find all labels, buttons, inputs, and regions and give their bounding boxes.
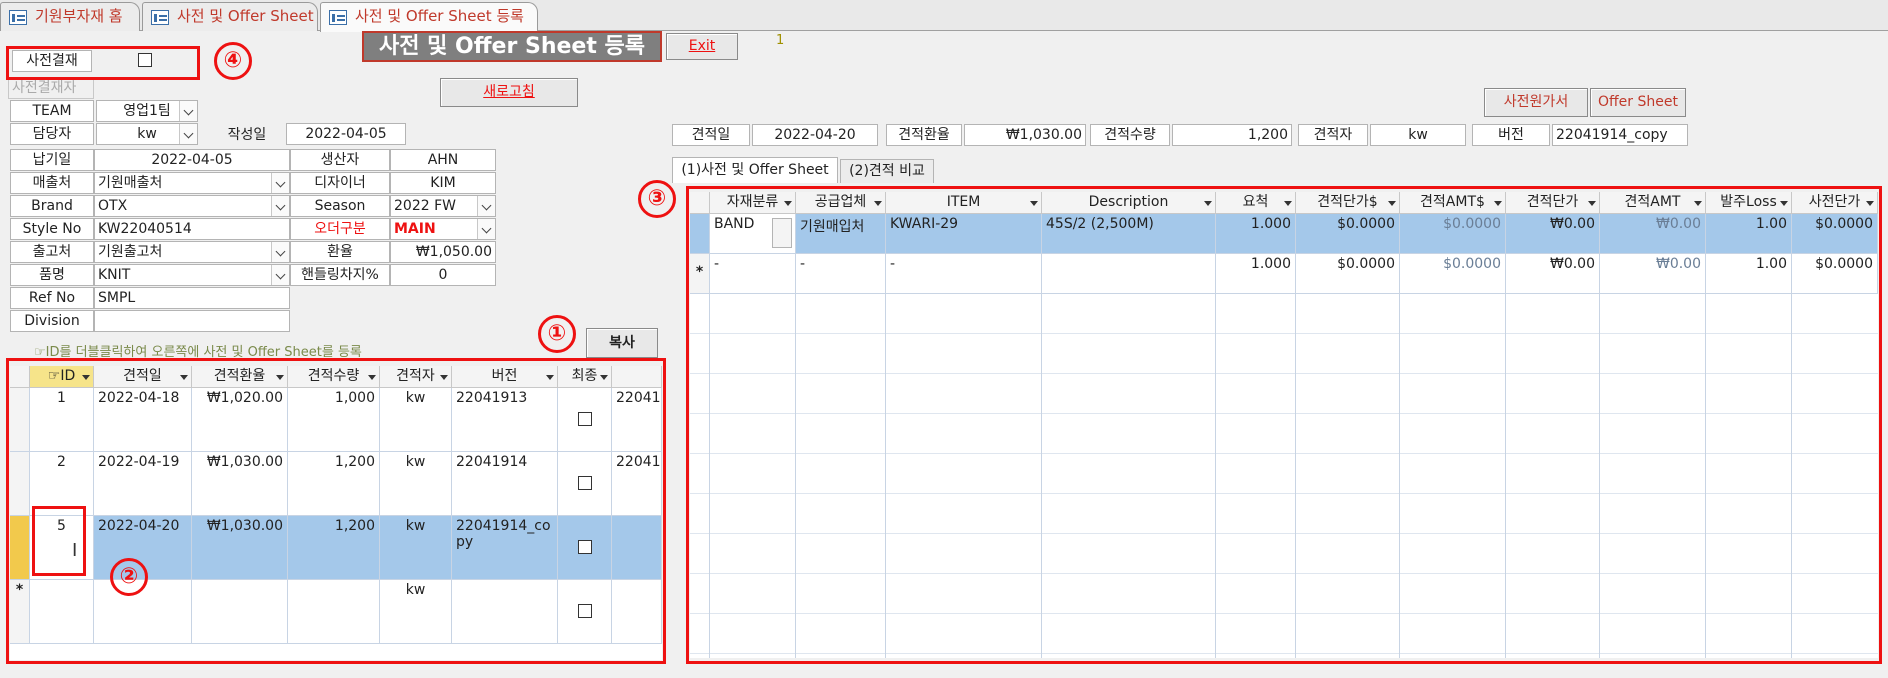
order-type-select[interactable]: MAIN [390, 218, 496, 240]
chevron-down-icon[interactable] [271, 265, 289, 285]
quote-estimator-field[interactable]: kw [1370, 124, 1466, 146]
annotation-box-4 [6, 46, 200, 80]
annotation-box-2 [6, 358, 666, 664]
tab-offer-sheet-register[interactable]: 사전 및 Offer Sheet 등록 [320, 2, 538, 32]
prepare-cost-button[interactable]: 사전원가서 [1484, 88, 1588, 117]
rate-field[interactable]: ₩1,050.00 [390, 241, 496, 263]
sales-label: 매출처 [10, 172, 94, 194]
item-select[interactable]: KNIT [94, 264, 290, 286]
annotation-box-3 [686, 186, 1882, 664]
written-field[interactable]: 2022-04-05 [286, 123, 406, 145]
quote-version-label: 버전 [1472, 124, 1550, 146]
style-field[interactable]: KW22040514 [94, 218, 290, 240]
delivery-label: 납기일 [10, 149, 94, 171]
division-label: Division [10, 310, 94, 332]
chevron-down-icon[interactable] [179, 101, 197, 121]
ref-field[interactable]: SMPL [94, 287, 290, 309]
page-title: 사전 및 Offer Sheet 등록 [362, 31, 662, 62]
style-label: Style No [10, 218, 94, 240]
written-label: 작성일 [227, 127, 267, 143]
chevron-down-icon[interactable] [271, 196, 289, 216]
record-counter: 1 [776, 33, 785, 48]
document-tab-bar: 기원부자재 홈 사전 및 Offer Sheet 사전 및 Offer Shee… [0, 0, 1888, 32]
tab-home[interactable]: 기원부자재 홈 [0, 2, 140, 31]
order-type-label: 오더구분 [290, 218, 390, 240]
copy-button[interactable]: 복사 [586, 328, 658, 358]
quote-rate-label: 견적환율 [886, 124, 962, 146]
exit-button[interactable]: Exit [666, 33, 738, 60]
handling-field[interactable]: 0 [390, 264, 496, 286]
tab-quote-compare[interactable]: (2)견적 비교 [840, 159, 934, 183]
rate-label: 환율 [290, 241, 390, 263]
designer-field[interactable]: KIM [390, 172, 496, 194]
manager-label: 담당자 [10, 123, 94, 145]
designer-label: 디자이너 [290, 172, 390, 194]
delivery-field[interactable]: 2022-04-05 [94, 149, 290, 171]
annotation-number-3: ③ [638, 180, 676, 218]
sales-select[interactable]: 기원매출처 [94, 172, 290, 194]
brand-select[interactable]: OTX [94, 195, 290, 217]
chevron-down-icon[interactable] [179, 124, 197, 144]
quote-estimator-label: 견적자 [1298, 124, 1368, 146]
brand-label: Brand [10, 195, 94, 217]
tab-offer-sheet[interactable]: 사전 및 Offer Sheet [142, 2, 318, 31]
team-label: TEAM [10, 100, 94, 122]
tab-prepare-offer-sheet[interactable]: (1)사전 및 Offer Sheet [672, 157, 838, 183]
chevron-down-icon[interactable] [477, 219, 495, 239]
season-label: Season [290, 195, 390, 217]
annotation-number-4: ④ [214, 42, 252, 80]
chevron-down-icon[interactable] [271, 173, 289, 193]
quote-version-field[interactable]: 22041914_copy [1552, 124, 1688, 146]
quote-qty-field[interactable]: 1,200 [1172, 124, 1292, 146]
item-label: 품명 [10, 264, 94, 286]
refresh-button[interactable]: 새로고침 [440, 78, 578, 107]
manager-select[interactable]: kw [96, 123, 198, 145]
ship-select[interactable]: 기원출고처 [94, 241, 290, 263]
offer-sheet-button[interactable]: Offer Sheet [1590, 88, 1686, 117]
quote-date-field[interactable]: 2022-04-20 [752, 124, 878, 146]
approver-field[interactable]: 사전결재자 [8, 77, 94, 99]
form-icon [9, 10, 27, 25]
producer-field[interactable]: AHN [390, 149, 496, 171]
annotation-number-2: ② [110, 558, 148, 596]
team-select[interactable]: 영업1팀 [96, 100, 198, 122]
form-icon [329, 10, 347, 25]
division-field[interactable] [94, 310, 290, 332]
quote-qty-label: 견적수량 [1090, 124, 1170, 146]
annotation-number-1: ① [538, 315, 576, 353]
quote-date-label: 견적일 [672, 124, 750, 146]
handling-label: 핸들링차지% [290, 264, 390, 286]
season-select[interactable]: 2022 FW [390, 195, 496, 217]
producer-label: 생산자 [290, 149, 390, 171]
ship-label: 출고처 [10, 241, 94, 263]
chevron-down-icon[interactable] [477, 196, 495, 216]
ref-label: Ref No [10, 287, 94, 309]
quote-rate-field[interactable]: ₩1,030.00 [964, 124, 1086, 146]
chevron-down-icon[interactable] [271, 242, 289, 262]
form-icon [151, 10, 169, 25]
